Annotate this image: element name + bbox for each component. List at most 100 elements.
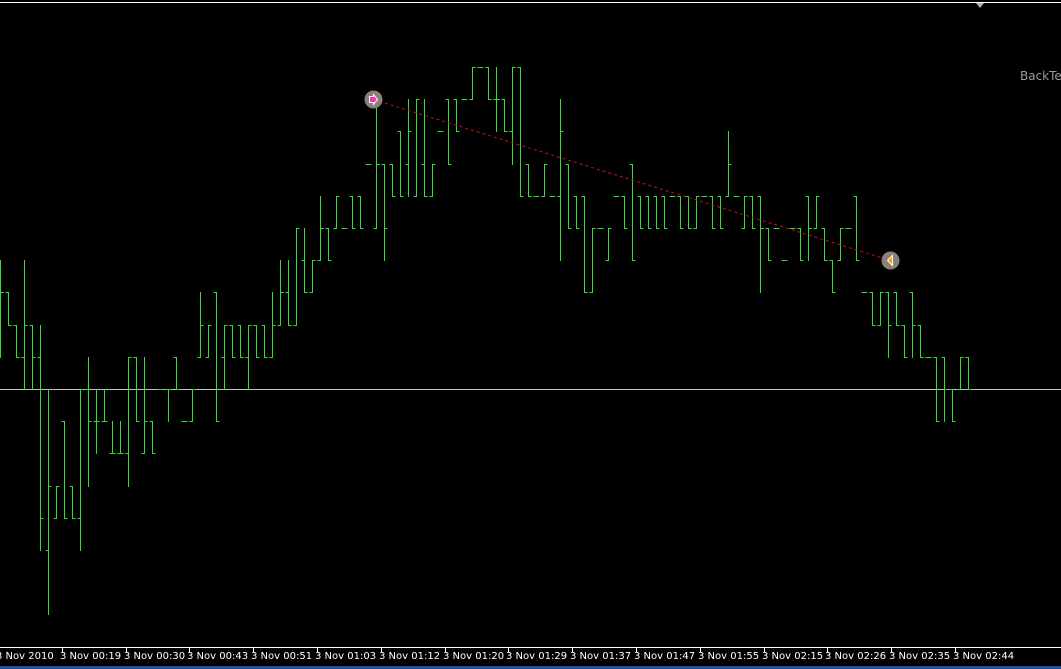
ohlc-bar (373, 99, 380, 229)
ohlc-bar (189, 389, 196, 422)
ohlc-bar (293, 228, 300, 326)
ohlc-bar (589, 228, 596, 293)
x-tick-label: 3 Nov 2010 (0, 651, 54, 662)
ohlc-bar (237, 325, 244, 358)
ohlc-bar (661, 196, 668, 229)
ohlc-bar (317, 196, 324, 261)
ohlc-bar (573, 196, 580, 229)
ohlc-bar (621, 196, 628, 229)
ohlc-bar (957, 357, 964, 390)
ohlc-bar (765, 228, 772, 261)
ohlc-bar (93, 389, 100, 454)
ohlc-bar (861, 292, 868, 293)
ohlc-bar (517, 67, 524, 197)
ohlc-bar (901, 325, 908, 358)
ohlc-bar (37, 325, 44, 551)
x-tick-label: 3 Nov 02:44 (953, 651, 1015, 662)
ohlc-bar (605, 228, 612, 261)
ohlc-bar (77, 389, 84, 551)
ohlc-bar (645, 196, 652, 229)
ohlc-bar (301, 228, 308, 293)
ohlc-bar (493, 67, 500, 132)
bars-group (0, 67, 1061, 615)
watermark-label: BackTe (1020, 69, 1061, 83)
x-tick-label: 3 Nov 01:29 (506, 651, 568, 662)
price-chart[interactable] (0, 0, 1061, 669)
ohlc-bar (925, 357, 932, 358)
ohlc-bar (637, 196, 644, 229)
ohlc-bar (333, 196, 340, 229)
ohlc-bar (397, 131, 404, 197)
ohlc-bar (541, 164, 548, 197)
ohlc-bar (509, 67, 516, 165)
ohlc-bar (45, 389, 52, 615)
ohlc-bar (229, 325, 236, 358)
ohlc-bar (21, 260, 28, 390)
ohlc-bar (613, 196, 620, 197)
ohlc-bar (701, 196, 708, 197)
ohlc-bar (413, 99, 420, 197)
ohlc-bar (85, 357, 92, 487)
ohlc-bar (125, 357, 132, 487)
x-tick-label: 3 Nov 00:51 (251, 651, 313, 662)
ohlc-bar (245, 325, 252, 390)
ohlc-bar (781, 260, 788, 261)
ohlc-bar (389, 164, 396, 197)
ohlc-bar (69, 486, 76, 519)
ohlc-bar (0, 260, 4, 358)
ohlc-bar (13, 325, 20, 358)
ohlc-bar (61, 421, 68, 519)
ohlc-bar (421, 99, 428, 197)
ohlc-bar (533, 196, 540, 197)
ohlc-bar (805, 196, 812, 261)
ohlc-bar (501, 99, 508, 132)
ohlc-bar (821, 228, 828, 261)
x-tick-label: 3 Nov 02:35 (889, 651, 951, 662)
ohlc-bar (285, 260, 292, 326)
ohlc-bar (477, 67, 484, 68)
trade-open-arrow-icon[interactable] (364, 90, 383, 109)
ohlc-bar (813, 196, 820, 229)
ohlc-bar (757, 196, 764, 293)
x-tick-label: 3 Nov 02:15 (762, 651, 824, 662)
ohlc-bar (677, 196, 684, 229)
x-tick-label: 3 Nov 00:30 (124, 651, 186, 662)
ohlc-bar (445, 99, 452, 165)
ohlc-bar (29, 325, 36, 390)
trade-close-arrow-icon[interactable] (881, 251, 900, 270)
ohlc-bar (485, 67, 492, 100)
ohlc-bar (717, 196, 724, 229)
ohlc-bar (157, 389, 164, 390)
ohlc-bar (213, 292, 220, 422)
ohlc-bar (581, 196, 588, 293)
x-tick-label: 3 Nov 01:12 (379, 651, 441, 662)
ohlc-bar (221, 325, 228, 390)
ohlc-bar (565, 164, 572, 229)
ohlc-bar (741, 196, 748, 229)
x-tick-label: 3 Nov 01:03 (315, 651, 377, 662)
ohlc-bar (869, 292, 876, 326)
ohlc-bar (773, 228, 780, 229)
ohlc-bar (429, 164, 436, 197)
ohlc-bar (173, 357, 180, 390)
x-tick-label: 3 Nov 00:43 (187, 651, 249, 662)
ohlc-bar (597, 228, 604, 229)
ohlc-bar (789, 228, 796, 229)
ohlc-bar (357, 196, 364, 229)
x-tick-label: 3 Nov 01:55 (698, 651, 760, 662)
ohlc-bar (885, 292, 892, 358)
ohlc-bar (405, 99, 412, 197)
ohlc-bar (53, 486, 60, 519)
ohlc-bar (709, 196, 716, 229)
ohlc-bar (893, 292, 900, 326)
ohlc-bar (461, 99, 468, 100)
ohlc-bar (277, 260, 284, 326)
ohlc-bar (653, 196, 660, 229)
x-tick-label: 3 Nov 02:26 (825, 651, 887, 662)
x-tick-label: 3 Nov 01:20 (443, 651, 505, 662)
ohlc-bar (797, 228, 804, 261)
ohlc-bar (685, 196, 692, 229)
ohlc-bar (165, 389, 172, 422)
ohlc-bar (845, 228, 852, 229)
chart-shift-marker-icon[interactable] (976, 3, 984, 8)
